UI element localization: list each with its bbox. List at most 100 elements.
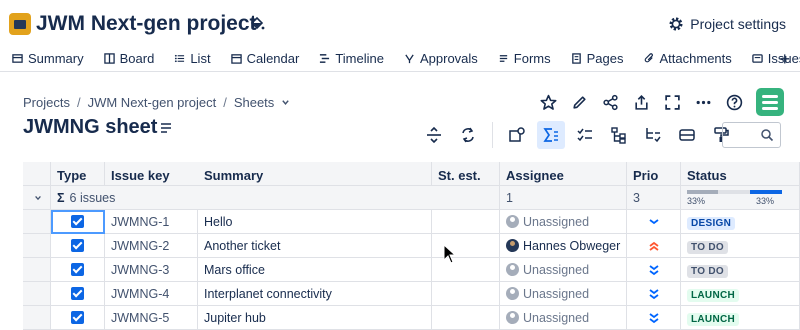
status-percent: 33% [756, 196, 775, 206]
status-cell[interactable]: DESIGN [681, 210, 800, 234]
star-button[interactable] [539, 93, 557, 111]
summary-cell[interactable]: Hello [198, 210, 432, 234]
group-button[interactable] [673, 121, 701, 149]
estimate-cell[interactable] [432, 210, 500, 234]
calendar-icon [230, 54, 242, 64]
summary-cell[interactable]: Interplanet connectivity [198, 282, 432, 306]
tab-issues[interactable]: Issues [740, 46, 800, 72]
search-input[interactable] [722, 122, 781, 148]
assignee-cell[interactable]: Unassigned [500, 306, 627, 330]
assignee-cell[interactable]: Unassigned [500, 210, 627, 234]
column-header-summary[interactable]: Summary [198, 162, 432, 186]
fullscreen-button[interactable] [663, 93, 681, 111]
summary-cell[interactable]: Another ticket [198, 234, 432, 258]
hierarchy-button[interactable] [605, 121, 633, 149]
row-gutter[interactable] [23, 282, 51, 306]
type-cell[interactable] [51, 282, 105, 306]
priority-cell[interactable] [627, 234, 681, 258]
share-button[interactable] [601, 93, 619, 111]
project-avatar-icon[interactable] [9, 13, 31, 35]
priority-cell[interactable] [627, 306, 681, 330]
edit-button[interactable] [570, 93, 588, 111]
table-row[interactable]: JWMNG-1 Hello Unassigned DESIGN [23, 210, 800, 234]
breadcrumb-item-projects[interactable]: Projects [23, 95, 70, 110]
checklist-button[interactable] [571, 121, 599, 149]
issue-key-cell[interactable]: JWMNG-2 [105, 234, 198, 258]
chevron-down-icon[interactable] [281, 98, 290, 107]
tab-approvals[interactable]: Approvals [392, 46, 486, 72]
project-settings-button[interactable]: Project settings [668, 16, 786, 32]
issue-key-cell[interactable]: JWMNG-5 [105, 306, 198, 330]
status-badge: LAUNCH [687, 289, 740, 302]
dependencies-button[interactable] [639, 121, 667, 149]
chevron-down-icon[interactable] [34, 194, 42, 202]
breadcrumb-item-project[interactable]: JWM Next-gen project [88, 95, 217, 110]
table-row[interactable]: JWMNG-5 Jupiter hub Unassigned LAUNCH [23, 306, 800, 330]
tab-label: Calendar [246, 51, 300, 66]
row-gutter[interactable] [23, 306, 51, 330]
assignee-cell[interactable]: Hannes Obweger [500, 234, 627, 258]
add-tab-button[interactable]: + [779, 49, 790, 70]
row-gutter[interactable] [23, 234, 51, 258]
column-header-type[interactable]: Type [51, 162, 105, 186]
column-header-assignee[interactable]: Assignee [500, 162, 627, 186]
column-header-estimate[interactable]: St. est. [432, 162, 500, 186]
tab-list[interactable]: List [162, 46, 218, 72]
page-actions [539, 88, 784, 116]
table-row[interactable]: JWMNG-2 Another ticket Hannes Obweger TO DO [23, 234, 800, 258]
field-settings-button[interactable] [503, 121, 531, 149]
type-cell[interactable] [51, 258, 105, 282]
tab-board[interactable]: Board [92, 46, 163, 72]
refresh-button[interactable] [454, 121, 482, 149]
column-header-status[interactable]: Status [681, 162, 800, 186]
column-header-priority[interactable]: Prio [627, 162, 681, 186]
status-badge: DESIGN [687, 217, 736, 230]
tab-summary[interactable]: Summary [0, 46, 92, 72]
summary-cell[interactable]: Mars office [198, 258, 432, 282]
issue-key-cell[interactable]: JWMNG-1 [105, 210, 198, 234]
priority-cell[interactable] [627, 210, 681, 234]
issue-key-cell[interactable]: JWMNG-4 [105, 282, 198, 306]
row-gutter [23, 186, 51, 210]
sheet-menu-icon[interactable] [160, 122, 172, 134]
priority-cell[interactable] [627, 258, 681, 282]
paint-bucket-icon[interactable] [249, 16, 265, 32]
assignee-cell[interactable]: Unassigned [500, 258, 627, 282]
sum-button[interactable] [537, 121, 565, 149]
type-cell[interactable] [51, 234, 105, 258]
status-cell[interactable]: TO DO [681, 258, 800, 282]
breadcrumb-separator: / [223, 95, 227, 110]
tab-timeline[interactable]: Timeline [307, 46, 392, 72]
more-button[interactable] [694, 93, 712, 111]
row-height-button[interactable] [420, 121, 448, 149]
help-icon [726, 94, 742, 110]
assignee-cell[interactable]: Unassigned [500, 282, 627, 306]
status-cell[interactable]: LAUNCH [681, 306, 800, 330]
export-button[interactable] [632, 93, 650, 111]
status-cell[interactable]: LAUNCH [681, 282, 800, 306]
help-button[interactable] [725, 93, 743, 111]
estimate-cell[interactable] [432, 306, 500, 330]
breadcrumb-item-sheets[interactable]: Sheets [234, 95, 274, 110]
column-header-issue-key[interactable]: Issue key [105, 162, 276, 186]
priority-cell[interactable] [627, 282, 681, 306]
tab-pages[interactable]: Pages [559, 46, 632, 72]
app-brand-icon[interactable] [756, 88, 784, 116]
row-gutter[interactable] [23, 210, 51, 234]
issue-key-cell[interactable]: JWMNG-3 [105, 258, 198, 282]
tab-attachments[interactable]: Attachments [632, 46, 740, 72]
table-row[interactable]: JWMNG-4 Interplanet connectivity Unassigne… [23, 282, 800, 306]
attachment-icon [644, 53, 653, 63]
more-icon [696, 100, 710, 104]
type-cell[interactable] [51, 306, 105, 330]
status-badge: TO DO [687, 265, 728, 278]
summary-cell[interactable]: Jupiter hub [198, 306, 432, 330]
row-gutter[interactable] [23, 258, 51, 282]
estimate-cell[interactable] [432, 282, 500, 306]
tab-calendar[interactable]: Calendar [219, 46, 308, 72]
table-row[interactable]: JWMNG-3 Mars office Unassigned TO DO [23, 258, 800, 282]
status-cell[interactable]: TO DO [681, 234, 800, 258]
pencil-icon [572, 95, 586, 109]
tab-forms[interactable]: Forms [486, 46, 559, 72]
type-cell[interactable] [51, 210, 105, 234]
